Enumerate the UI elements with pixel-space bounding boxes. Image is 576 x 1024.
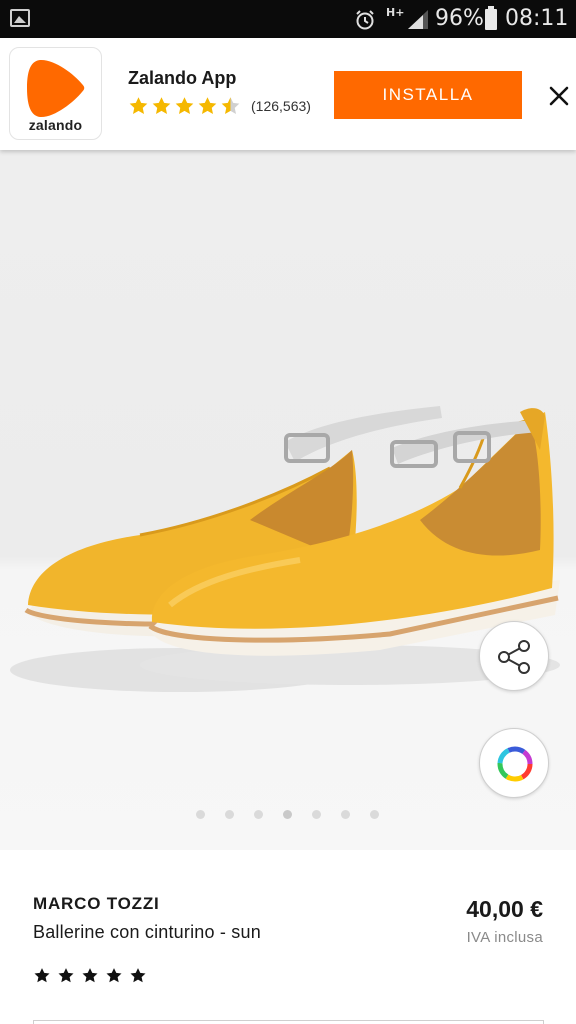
half-star-icon	[221, 97, 240, 114]
color-wheel-icon	[497, 746, 533, 782]
share-icon	[498, 640, 530, 674]
zalando-app-icon[interactable]: zalando	[9, 47, 102, 140]
vat-note: IVA inclusa	[466, 929, 543, 946]
product-price: 40,00 €	[466, 896, 543, 922]
network-type: H+	[386, 6, 405, 19]
carousel-dot[interactable]	[312, 810, 321, 819]
star-icon	[34, 968, 50, 983]
star-icon	[130, 968, 146, 983]
star-icon	[58, 968, 74, 983]
carousel-pagination[interactable]	[196, 810, 399, 819]
star-icon	[198, 97, 217, 114]
battery-icon	[485, 6, 497, 30]
app-rating: (126,563)	[128, 96, 311, 116]
gallery-icon	[10, 9, 30, 27]
share-button[interactable]	[479, 621, 549, 691]
clock: 08:11	[505, 6, 569, 31]
app-install-banner: zalando Zalando App (126,563) INSTALLA	[0, 38, 576, 150]
carousel-dot[interactable]	[225, 810, 234, 819]
carousel-dot-active[interactable]	[283, 810, 292, 819]
alarm-icon	[356, 10, 374, 30]
close-icon[interactable]	[543, 80, 575, 112]
product-rating[interactable]	[33, 967, 153, 984]
color-variant-button[interactable]	[479, 728, 549, 798]
product-brand[interactable]: MARCO TOZZI	[33, 894, 160, 914]
star-icon	[175, 97, 194, 114]
signal-icon	[408, 10, 428, 29]
status-bar: H+ 96% 08:11	[0, 0, 576, 38]
product-name: Ballerine con cinturino - sun	[33, 922, 261, 942]
carousel-dot[interactable]	[370, 810, 379, 819]
star-icon	[82, 968, 98, 983]
carousel-dot[interactable]	[254, 810, 263, 819]
star-icon	[106, 968, 122, 983]
app-title: Zalando App	[128, 68, 237, 88]
carousel-dot[interactable]	[196, 810, 205, 819]
product-image-carousel[interactable]	[0, 150, 576, 850]
battery-percent: 96%	[435, 6, 484, 31]
carousel-dot[interactable]	[341, 810, 350, 819]
size-selector[interactable]	[33, 1020, 544, 1024]
star-icon	[129, 97, 148, 114]
install-button[interactable]: INSTALLA	[334, 71, 522, 119]
product-info: MARCO TOZZI Ballerine con cinturino - su…	[0, 850, 576, 1024]
zalando-logo-icon	[27, 59, 85, 118]
logo-wordmark: zalando	[28, 117, 83, 133]
star-icon	[152, 97, 171, 114]
review-count: (126,563)	[251, 98, 311, 114]
